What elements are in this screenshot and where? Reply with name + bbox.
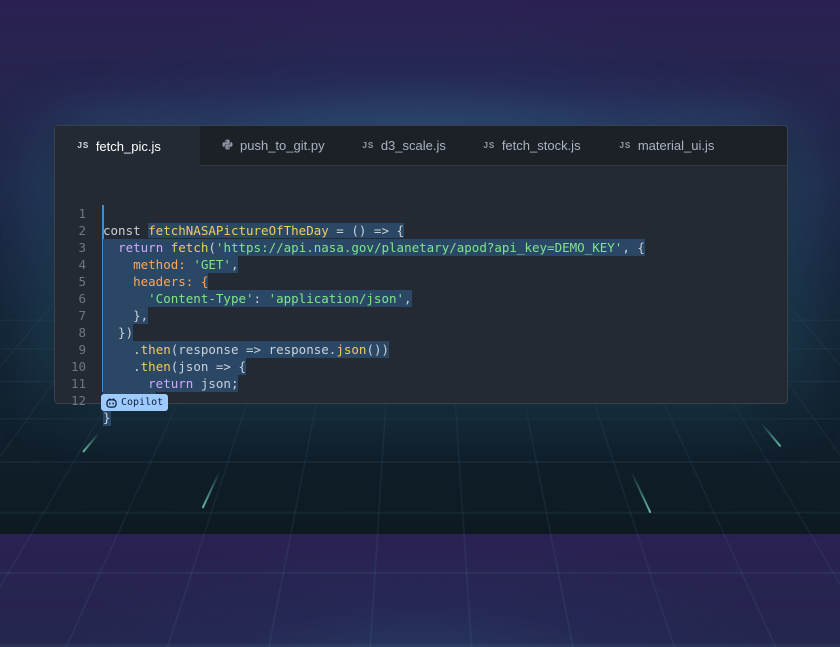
code-line: 3 method: 'GET', <box>55 222 787 273</box>
tab-fetch-pic[interactable]: JS fetch_pic.js <box>55 126 200 166</box>
code-line: 9 .then(json => { <box>55 324 787 375</box>
line-number: 12 <box>70 393 86 408</box>
tab-bar: JS fetch_pic.js push_to_git.py JS d3_sca… <box>55 126 787 166</box>
tab-material-ui[interactable]: JS material_ui.js <box>619 126 714 165</box>
tab-label: d3_scale.js <box>380 138 446 153</box>
code-line: 2 return fetch('https://api.nasa.gov/pla… <box>55 205 787 256</box>
tab-label: push_to_git.py <box>240 138 325 153</box>
tab-label: fetch_pic.js <box>95 138 161 154</box>
code-line: 7 }) <box>55 290 787 341</box>
tab-label: material_ui.js <box>637 138 715 153</box>
js-icon: JS <box>619 140 631 151</box>
tab-push-to-git[interactable]: push_to_git.py <box>222 126 325 165</box>
copilot-label: Copilot <box>121 397 164 408</box>
code-editor[interactable]: 1 const fetchNASAPictureOfTheDay = () =>… <box>55 188 787 426</box>
copilot-icon <box>106 397 117 408</box>
tab-d3-scale[interactable]: JS d3_scale.js <box>362 126 446 165</box>
tab-label: fetch_stock.js <box>501 138 581 153</box>
tab-fetch-stock[interactable]: JS fetch_stock.js <box>483 126 581 165</box>
code-line: 10 return json; <box>55 341 787 392</box>
code-line: 1 const fetchNASAPictureOfTheDay = () =>… <box>55 188 787 238</box>
code-line: 6 }, <box>55 273 787 324</box>
editor-window: JS fetch_pic.js push_to_git.py JS d3_sca… <box>54 125 788 426</box>
code-line: 12 } <box>55 375 787 426</box>
code-line: 11 }); <box>55 358 787 409</box>
js-icon: JS <box>77 141 89 151</box>
code-line: 8 .then(response => response.json()) <box>55 307 787 358</box>
code-token: } <box>103 410 111 425</box>
code-line: 5 'Content-Type': 'application/json', <box>55 256 787 307</box>
python-icon <box>222 138 233 153</box>
js-icon: JS <box>483 140 495 151</box>
js-icon: JS <box>362 140 374 151</box>
copilot-badge[interactable]: Copilot <box>101 394 169 411</box>
code-line: 4 headers: { <box>55 239 787 290</box>
